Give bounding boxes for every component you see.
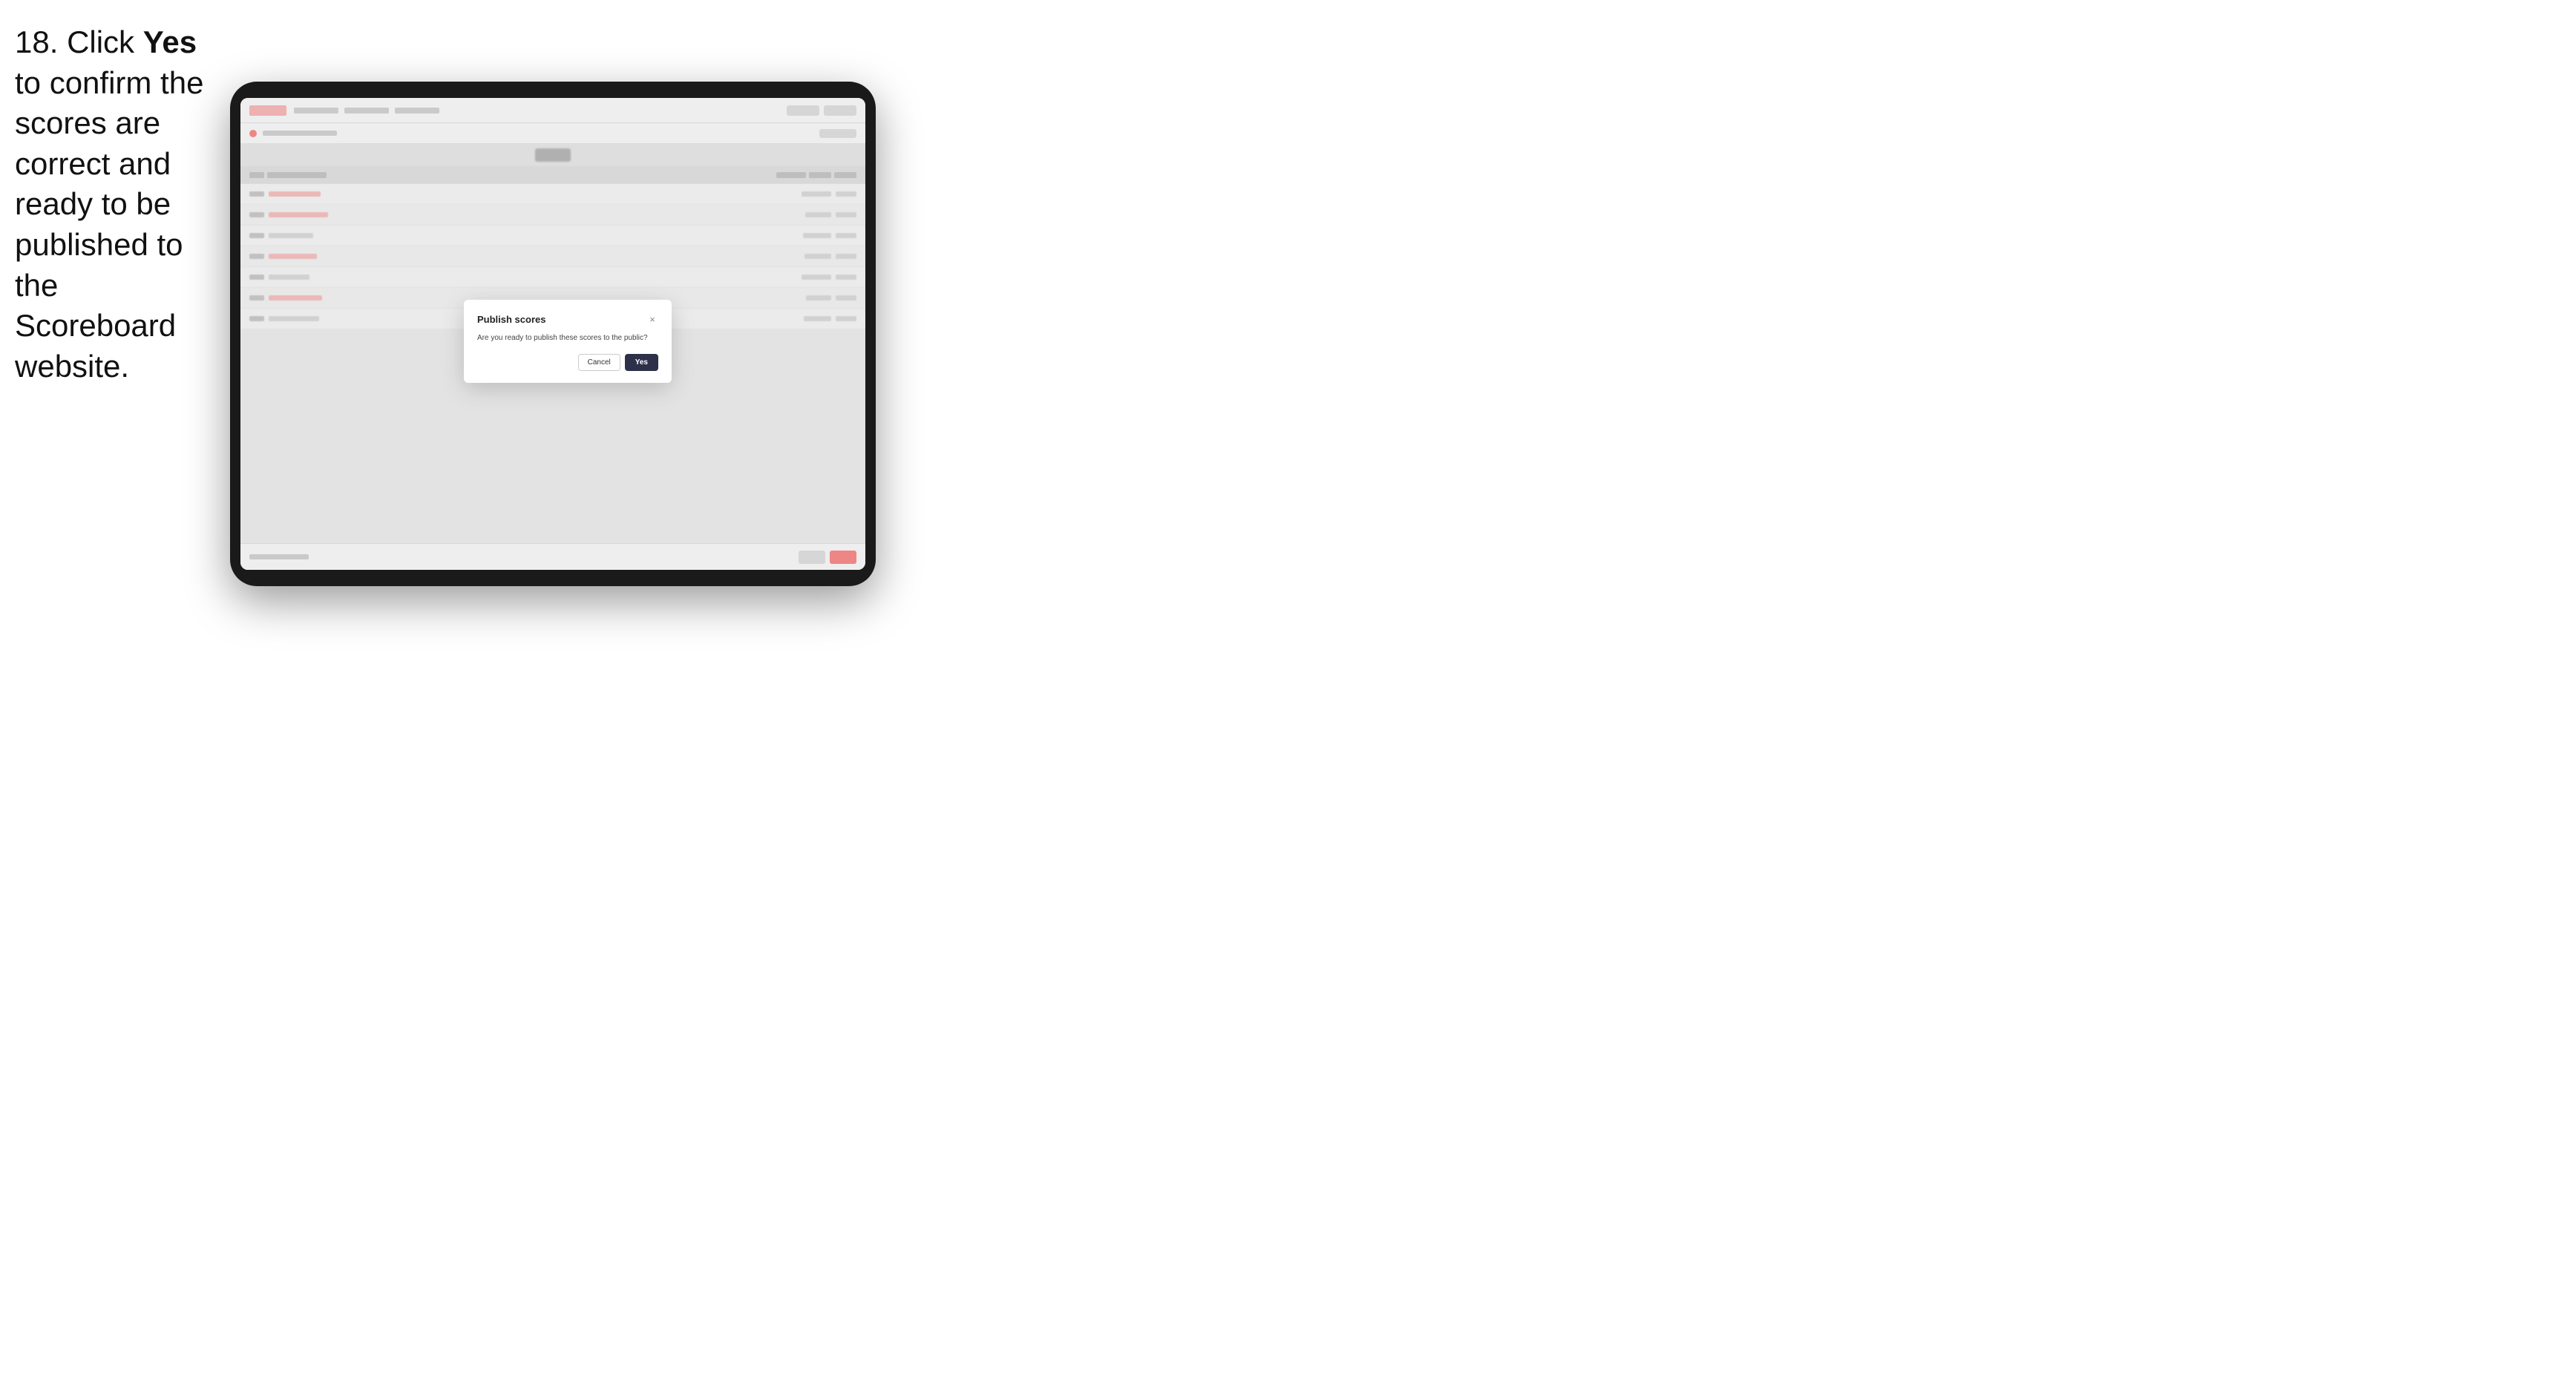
cancel-button[interactable]: Cancel (578, 354, 620, 371)
instruction-suffix: to confirm the scores are correct and re… (15, 65, 203, 384)
yes-button[interactable]: Yes (625, 354, 658, 371)
tablet-device: Publish scores × Are you ready to publis… (230, 82, 876, 586)
yes-bold-text: Yes (143, 24, 197, 59)
modal-title: Publish scores (477, 314, 545, 325)
instruction-prefix: Click (67, 24, 143, 59)
modal-close-button[interactable]: × (646, 313, 658, 325)
modal-footer: Cancel Yes (477, 354, 658, 371)
instruction-text: 18. Click Yes to confirm the scores are … (15, 22, 223, 387)
screen-content: Publish scores × Are you ready to publis… (240, 98, 865, 570)
modal-dialog: Publish scores × Are you ready to publis… (464, 300, 672, 383)
modal-header: Publish scores × (477, 313, 658, 325)
tablet-screen: Publish scores × Are you ready to publis… (240, 98, 865, 570)
modal-body-text: Are you ready to publish these scores to… (477, 332, 658, 344)
step-number: 18. (15, 24, 58, 59)
modal-overlay: Publish scores × Are you ready to publis… (240, 98, 865, 570)
